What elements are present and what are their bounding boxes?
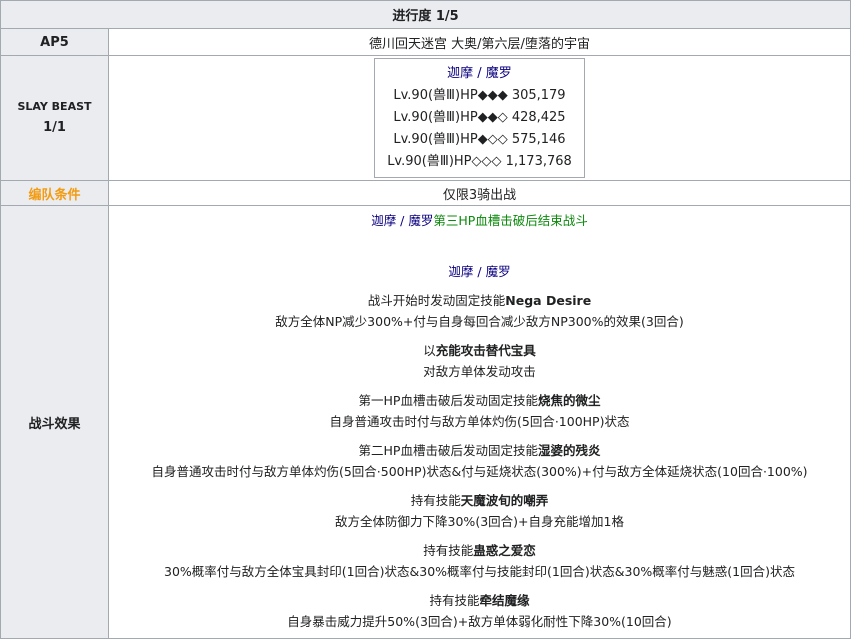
effect-1-skill: Nega Desire	[505, 293, 592, 308]
enemy-hp-1: Lv.90(兽Ⅲ)HP◆◆◆ 305,179	[393, 88, 566, 103]
effect-2-skill: 充能攻击替代宝具	[435, 343, 536, 358]
effect-2-title: 以充能攻击替代宝具	[423, 343, 536, 358]
location-value: 德川回天迷宫 大奥/第六层/堕落的宇宙	[108, 28, 851, 56]
effect-6-title: 持有技能蛊惑之爱恋	[423, 543, 536, 558]
enemy-table: 迦摩 / 魔罗 Lv.90(兽Ⅲ)HP◆◆◆ 305,179 Lv.90(兽Ⅲ)…	[374, 58, 585, 178]
effect-2-desc: 对敌方单体发动攻击	[423, 364, 536, 379]
effect-3-desc: 自身普通攻击时付与敌方单体灼伤(5回合·100HP)状态	[329, 414, 630, 429]
intro-enemy-link[interactable]: 迦摩 / 魔罗	[371, 213, 433, 228]
effect-4-title: 第二HP血槽击破后发动固定技能湿婆的残炎	[358, 443, 601, 458]
slay-beast-label: SLAY BEAST 1/1	[0, 55, 109, 181]
effect-1-desc: 敌方全体NP减少300%+付与自身每回合减少敌方NP300%的效果(3回合)	[275, 314, 684, 329]
battle-effects: 迦摩 / 魔罗第三HP血槽击破后结束战斗 迦摩 / 魔罗 战斗开始时发动固定技能…	[108, 205, 851, 639]
enemy-info: 迦摩 / 魔罗 Lv.90(兽Ⅲ)HP◆◆◆ 305,179 Lv.90(兽Ⅲ)…	[374, 58, 585, 178]
effect-5-skill: 天魔波旬的嘲弄	[460, 493, 549, 508]
progress-header: 进行度 1/5	[0, 0, 851, 29]
quest-table: 进行度 1/5 AP5 德川回天迷宫 大奥/第六层/堕落的宇宙 SLAY BEA…	[0, 0, 851, 639]
formation-label: 编队条件	[0, 180, 109, 206]
effect-5-title: 持有技能天魔波旬的嘲弄	[410, 493, 549, 508]
slay-beast-count: 1/1	[43, 120, 66, 135]
battle-effect-label: 战斗效果	[0, 205, 109, 639]
effect-7-title: 持有技能牵结魔缘	[429, 593, 530, 608]
slay-beast-title: SLAY BEAST	[17, 100, 92, 113]
enemy-cell: 迦摩 / 魔罗 Lv.90(兽Ⅲ)HP◆◆◆ 305,179 Lv.90(兽Ⅲ)…	[108, 55, 851, 181]
enemy-hp-2: Lv.90(兽Ⅲ)HP◆◆◇ 428,425	[393, 110, 566, 125]
effect-4-skill: 湿婆的残炎	[537, 443, 601, 458]
ap-label: AP5	[0, 28, 109, 56]
formation-value: 仅限3骑出战	[108, 180, 851, 206]
effect-6-skill: 蛊惑之爱恋	[473, 543, 536, 558]
effect-3-skill: 烧焦的微尘	[537, 393, 601, 408]
enemy-hp-3: Lv.90(兽Ⅲ)HP◆◇◇ 575,146	[393, 132, 566, 147]
battle-enemy-link[interactable]: 迦摩 / 魔罗	[448, 264, 510, 279]
intro-end-condition: 第三HP血槽击破后结束战斗	[433, 213, 588, 228]
effect-7-desc: 自身暴击威力提升50%(3回合)+敌方单体弱化耐性下降30%(10回合)	[287, 614, 672, 629]
effect-7-skill: 牵结魔缘	[479, 593, 530, 608]
enemy-hp-4: Lv.90(兽Ⅲ)HP◇◇◇ 1,173,768	[387, 154, 572, 169]
enemy-name-link[interactable]: 迦摩 / 魔罗	[447, 66, 512, 81]
effect-3-title: 第一HP血槽击破后发动固定技能烧焦的微尘	[358, 393, 601, 408]
effect-6-desc: 30%概率付与敌方全体宝具封印(1回合)状态&30%概率付与技能封印(1回合)状…	[164, 564, 795, 579]
battle-intro: 迦摩 / 魔罗第三HP血槽击破后结束战斗	[109, 210, 850, 231]
effect-1-title: 战斗开始时发动固定技能Nega Desire	[367, 293, 592, 308]
effect-5-desc: 敌方全体防御力下降30%(3回合)+自身充能增加1格	[335, 514, 624, 529]
effect-4-desc: 自身普通攻击时付与敌方单体灼伤(5回合·500HP)状态&付与延烧状态(300%…	[151, 464, 808, 479]
